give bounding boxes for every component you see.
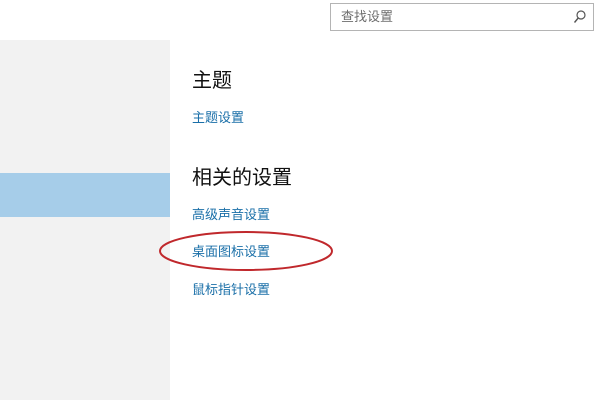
search-box[interactable] xyxy=(330,3,594,31)
section-heading-theme: 主题 xyxy=(192,68,232,92)
sidebar xyxy=(0,40,170,400)
link-advanced-sound-settings[interactable]: 高级声音设置 xyxy=(192,204,270,223)
settings-window: 主题 主题设置 相关的设置 高级声音设置 桌面图标设置 鼠标指针设置 xyxy=(0,0,600,400)
sidebar-selected-item[interactable] xyxy=(0,173,170,217)
top-bar xyxy=(0,0,600,40)
section-heading-related-settings: 相关的设置 xyxy=(192,165,292,189)
search-input[interactable] xyxy=(331,4,571,30)
search-icon[interactable] xyxy=(573,9,587,25)
highlight-ellipse-annotation xyxy=(159,231,333,271)
link-theme-settings[interactable]: 主题设置 xyxy=(192,107,244,126)
content-pane: 主题 主题设置 相关的设置 高级声音设置 桌面图标设置 鼠标指针设置 xyxy=(170,40,600,400)
link-mouse-pointer-settings[interactable]: 鼠标指针设置 xyxy=(192,279,270,298)
